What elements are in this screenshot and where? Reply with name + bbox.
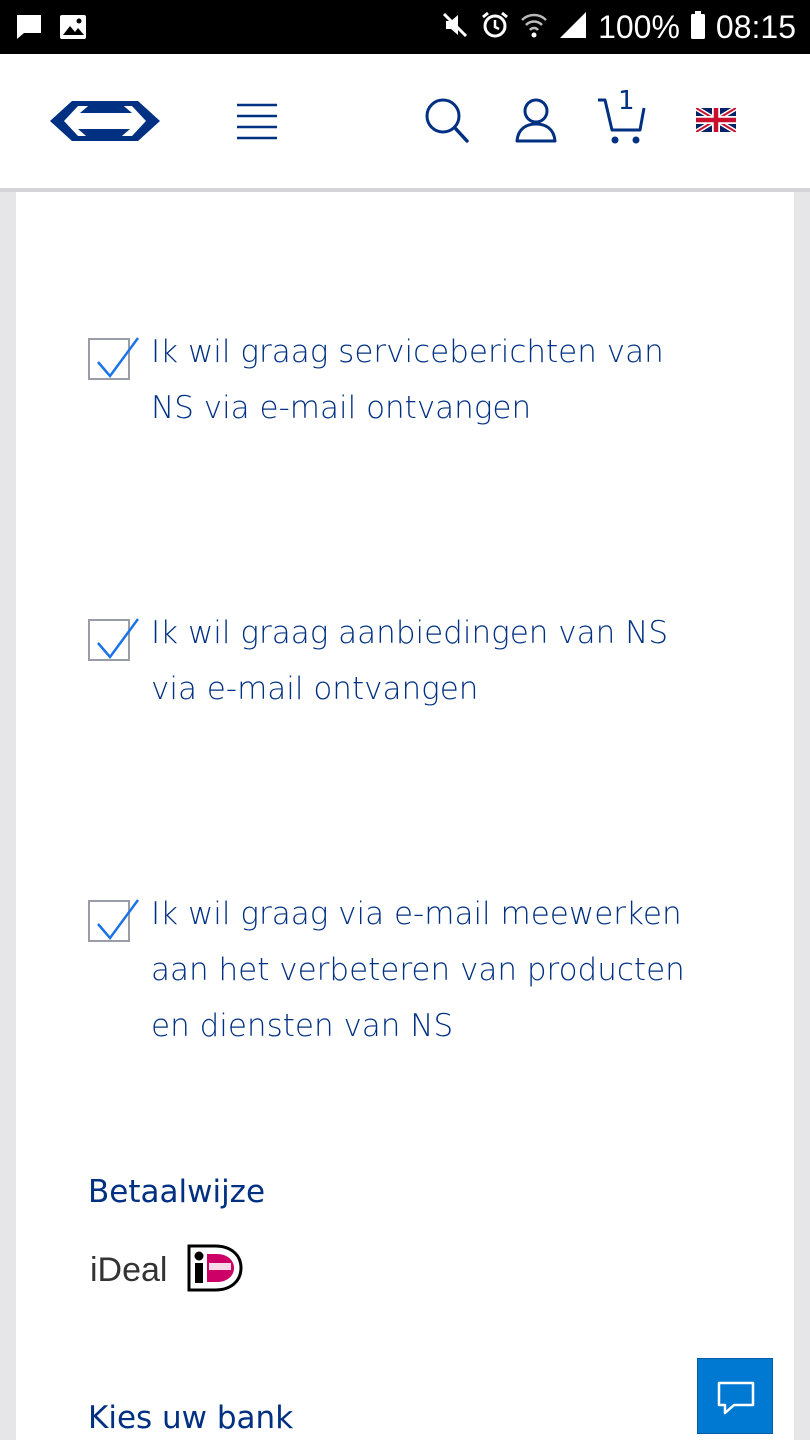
content-card: Ik wil graag serviceberichten van NS via… bbox=[16, 192, 794, 1440]
checkmark-icon bbox=[97, 899, 140, 941]
ns-logo-icon[interactable] bbox=[46, 96, 164, 150]
search-icon[interactable] bbox=[424, 97, 470, 149]
signal-icon bbox=[558, 10, 588, 44]
image-notification-icon bbox=[58, 12, 88, 46]
research-option[interactable]: Ik wil graag via e-mail meewerken aan he… bbox=[88, 886, 708, 1056]
cart-count: 1 bbox=[618, 86, 635, 116]
checkmark-icon bbox=[97, 618, 140, 660]
battery-percent: 100% bbox=[598, 9, 680, 45]
site-header: 1 bbox=[0, 54, 810, 192]
hamburger-menu-icon[interactable] bbox=[236, 102, 278, 146]
status-bar: 100% 08:15 bbox=[0, 0, 810, 54]
chat-button[interactable] bbox=[697, 1358, 773, 1434]
offers-checkbox[interactable] bbox=[88, 618, 140, 661]
wifi-icon bbox=[520, 10, 548, 44]
choose-bank-title: Kies uw bank bbox=[88, 1400, 294, 1436]
service-messages-option[interactable]: Ik wil graag serviceberichten van NS via… bbox=[88, 324, 708, 444]
payment-method-name: iDeal bbox=[90, 1250, 168, 1289]
alarm-icon bbox=[480, 10, 510, 44]
uk-flag-icon[interactable] bbox=[694, 105, 738, 136]
chat-bubble-icon bbox=[717, 1381, 755, 1415]
payment-method-title: Betaalwijze bbox=[88, 1174, 266, 1210]
research-checkbox[interactable] bbox=[88, 899, 140, 942]
user-icon[interactable] bbox=[514, 97, 558, 149]
ideal-logo-icon bbox=[187, 1244, 243, 1296]
mute-icon bbox=[440, 10, 470, 44]
message-notification-icon bbox=[14, 12, 44, 46]
battery-icon bbox=[690, 10, 706, 44]
payment-method-ideal[interactable]: iDeal bbox=[90, 1244, 243, 1296]
service-messages-label: Ik wil graag serviceberichten van NS via… bbox=[151, 334, 664, 426]
service-messages-checkbox[interactable] bbox=[88, 337, 140, 380]
checkmark-icon bbox=[97, 337, 140, 379]
offers-option[interactable]: Ik wil graag aanbiedingen van NS via e-m… bbox=[88, 605, 708, 725]
offers-label: Ik wil graag aanbiedingen van NS via e-m… bbox=[151, 615, 669, 707]
research-label: Ik wil graag via e-mail meewerken aan he… bbox=[151, 896, 685, 1044]
clock: 08:15 bbox=[715, 9, 796, 45]
